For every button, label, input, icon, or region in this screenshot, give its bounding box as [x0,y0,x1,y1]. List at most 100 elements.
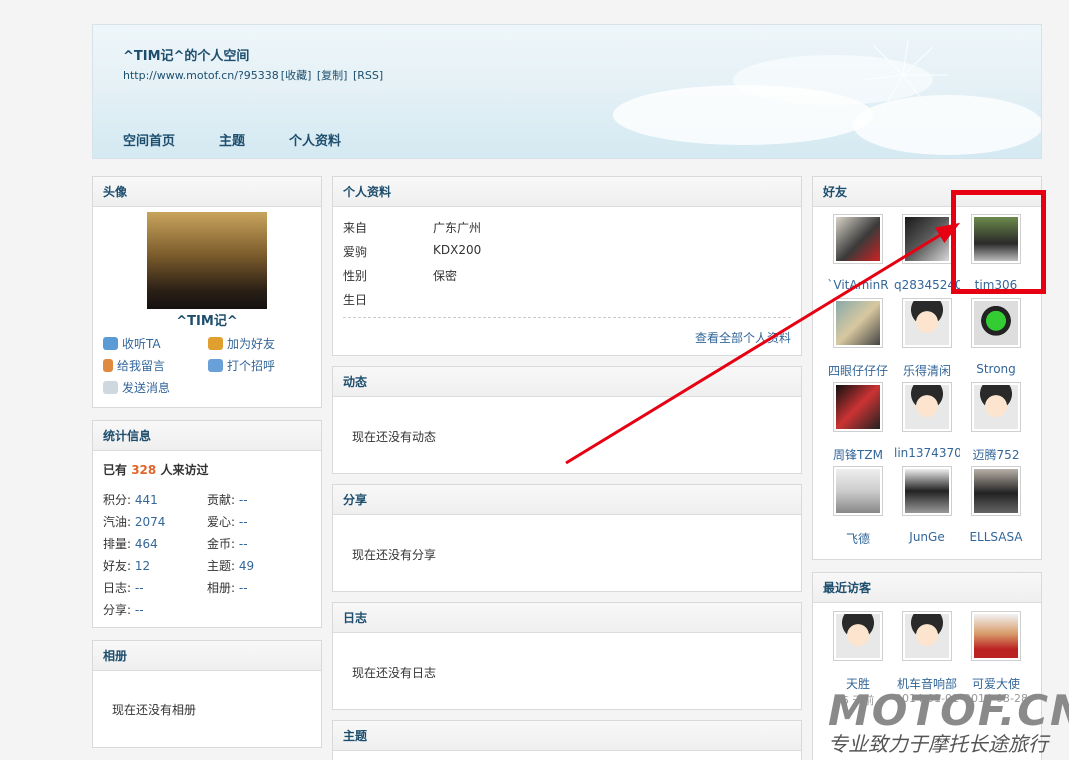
friend-avatar[interactable] [971,382,1021,432]
add-friend-button[interactable]: 加为好友 [208,335,275,352]
field-value: 广东广州 [433,221,482,235]
stat-label: 相册: [207,581,236,595]
stat-item: 排量: 464 [103,535,158,552]
friend-item[interactable]: 迈腾752 [963,382,1029,463]
panel-title: 相册 [93,641,321,671]
stat-value: -- [238,581,248,595]
friend-name[interactable]: 迈腾752 [963,446,1029,463]
friend-name[interactable]: 四眼仔仔仔 [825,362,891,379]
friend-name[interactable]: Strong [963,362,1029,376]
friend-name[interactable]: 乐得清闲 [894,362,960,379]
visit-count: 已有 328 人来访过 [103,463,209,477]
stat-item: 汽油: 2074 [103,513,165,530]
stat-value: -- [134,581,144,595]
friend-item[interactable]: 飞德 [825,466,891,547]
empty-message: 现在还没有分享 [352,548,437,562]
friend-avatar[interactable] [833,298,883,348]
panel-title: 最近访客 [813,573,1041,603]
friend-item[interactable]: 四眼仔仔仔 [825,298,891,379]
friend-avatar[interactable] [902,382,952,432]
friend-item[interactable]: 周锋TZM [825,382,891,463]
friend-name[interactable]: 飞德 [825,530,891,547]
friend-avatar[interactable] [902,298,952,348]
panel-title: 统计信息 [93,421,321,451]
stat-item: 贡献: -- [207,491,248,508]
stat-label: 排量: [103,537,132,551]
stat-label: 金币: [207,537,236,551]
friend-avatar[interactable] [971,298,1021,348]
watermark-slogan: 专业致力于摩托长途旅行 [828,732,1048,756]
follow-button[interactable]: 收听TA [103,335,161,352]
panel-title: 动态 [333,367,801,397]
stats-panel: 统计信息 已有 328 人来访过 积分: 441 贡献: -- 汽油: 2074 爱心… [92,420,322,628]
leave-message-button[interactable]: 给我留言 [103,357,165,374]
friend-name[interactable]: `VitAminR [825,278,891,292]
dandelion-icon [862,39,948,111]
space-url[interactable]: http://www.motof.cn/?95338 [123,69,279,82]
thread-panel: 主题 [332,720,802,760]
visitor-avatar[interactable] [971,611,1021,661]
favorite-link[interactable]: [收藏] [281,69,312,82]
stat-value: -- [134,603,144,617]
field-value: KDX200 [433,243,482,257]
stat-value: 2074 [134,515,166,529]
stat-item: 爱心: -- [207,513,248,530]
rss-link[interactable]: [RSS] [353,69,383,82]
friend-item[interactable]: `VitAminR [825,214,891,292]
friend-avatar[interactable] [833,382,883,432]
panel-title: 日志 [333,603,801,633]
watermark: MOTOF.CN 专业致力于摩托长途旅行 [828,686,1069,760]
stat-value: 12 [134,559,151,573]
send-message-button[interactable]: 发送消息 [103,379,170,396]
friend-avatar[interactable] [833,214,883,264]
friend-avatar[interactable] [833,466,883,516]
friend-item[interactable]: Strong [963,298,1029,376]
stat-label: 贡献: [207,493,236,507]
stat-value: 464 [134,537,158,551]
avatar[interactable] [147,212,267,309]
watermark-brand: MOTOF.CN [828,686,1069,735]
friend-item[interactable]: 乐得清闲 [894,298,960,379]
view-all-profile-link[interactable]: 查看全部个人资料 [695,329,791,346]
empty-message: 现在还没有动态 [352,430,437,444]
friend-name[interactable]: JunGe [894,530,960,544]
panel-title: 主题 [333,721,801,751]
friend-name[interactable]: 周锋TZM [825,446,891,463]
stat-item: 相册: -- [207,579,248,596]
avatar-panel: 头像 ^TIM记^ 收听TA 加为好友 给我留言 打个招呼 发送消息 [92,176,322,408]
visitor-avatar[interactable] [902,611,952,661]
visitor-avatar[interactable] [833,611,883,661]
highlight-box [951,190,1046,294]
friend-avatar[interactable] [971,466,1021,516]
nav-threads[interactable]: 主题 [219,130,245,149]
empty-message: 现在还没有日志 [352,666,437,680]
poke-button[interactable]: 打个招呼 [208,357,275,374]
friend-name[interactable]: lin13743700 [894,446,960,460]
stat-label: 分享: [103,603,132,617]
stat-label: 积分: [103,493,132,507]
envelope-icon [103,381,118,394]
divider [343,317,791,318]
space-url-line: http://www.motof.cn/?95338 [收藏] [复制] [RSS… [123,67,385,83]
stat-label: 好友: [103,559,132,573]
stat-label: 汽油: [103,515,132,529]
stat-value: -- [238,493,248,507]
friend-avatar[interactable] [902,214,952,264]
friend-item[interactable]: ELLSASA [963,466,1029,544]
friend-item[interactable]: JunGe [894,466,960,544]
copy-link[interactable]: [复制] [317,69,348,82]
poke-icon [208,359,223,372]
nav-home[interactable]: 空间首页 [123,130,175,149]
panel-title: 分享 [333,485,801,515]
friend-avatar[interactable] [902,466,952,516]
album-panel: 相册 现在还没有相册 [92,640,322,748]
user-name[interactable]: ^TIM记^ [93,310,321,329]
stat-label: 爱心: [207,515,236,529]
field-value: 保密 [433,269,458,283]
nav-profile[interactable]: 个人资料 [289,130,341,149]
stat-value: -- [238,515,248,529]
empty-message: 现在还没有相册 [112,703,197,717]
friend-name[interactable]: ELLSASA [963,530,1029,544]
field-key: 生日 [343,293,368,307]
friend-item[interactable]: lin13743700 [894,382,960,460]
